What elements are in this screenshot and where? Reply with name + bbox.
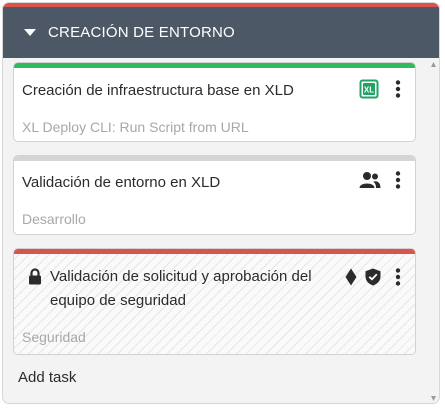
xl-script-icon: XL: [359, 79, 379, 99]
svg-text:XL: XL: [364, 86, 374, 95]
task-title: Validación de entorno en XLD: [22, 174, 221, 191]
kebab-menu-icon[interactable]: [391, 268, 405, 286]
phase-title: CREACIÓN DE ENTORNO: [48, 24, 235, 41]
task-status-bar: [14, 63, 415, 68]
task-card[interactable]: Creación de infraestructura base en XLD …: [13, 62, 416, 142]
users-icon: [359, 172, 381, 188]
task-status-bar: [14, 249, 415, 254]
lock-icon: [29, 268, 41, 285]
diamond-icon: [345, 268, 357, 286]
caret-down-icon[interactable]: [24, 29, 36, 36]
kebab-menu-icon[interactable]: [391, 80, 405, 98]
phase-header[interactable]: CREACIÓN DE ENTORNO: [3, 7, 439, 58]
task-title: Creación de infraestructura base en XLD: [22, 82, 294, 99]
shield-check-icon: [365, 268, 381, 286]
phase-column: CREACIÓN DE ENTORNO Creación de infraest…: [3, 3, 439, 403]
task-title: Validación de solicitud y aprobación del…: [50, 268, 312, 309]
add-task-button[interactable]: Add task: [18, 369, 76, 386]
scrollbar[interactable]: [430, 60, 437, 403]
task-status-bar: [14, 156, 415, 161]
task-subtitle: Seguridad: [22, 329, 86, 345]
kebab-menu-icon[interactable]: [391, 171, 405, 189]
task-subtitle: Desarrollo: [22, 211, 86, 227]
task-card[interactable]: Validación de solicitud y aprobación del…: [13, 248, 416, 355]
task-subtitle: XL Deploy CLI: Run Script from URL: [22, 119, 249, 135]
task-card[interactable]: Validación de entorno en XLD Desarrollo: [13, 155, 416, 235]
